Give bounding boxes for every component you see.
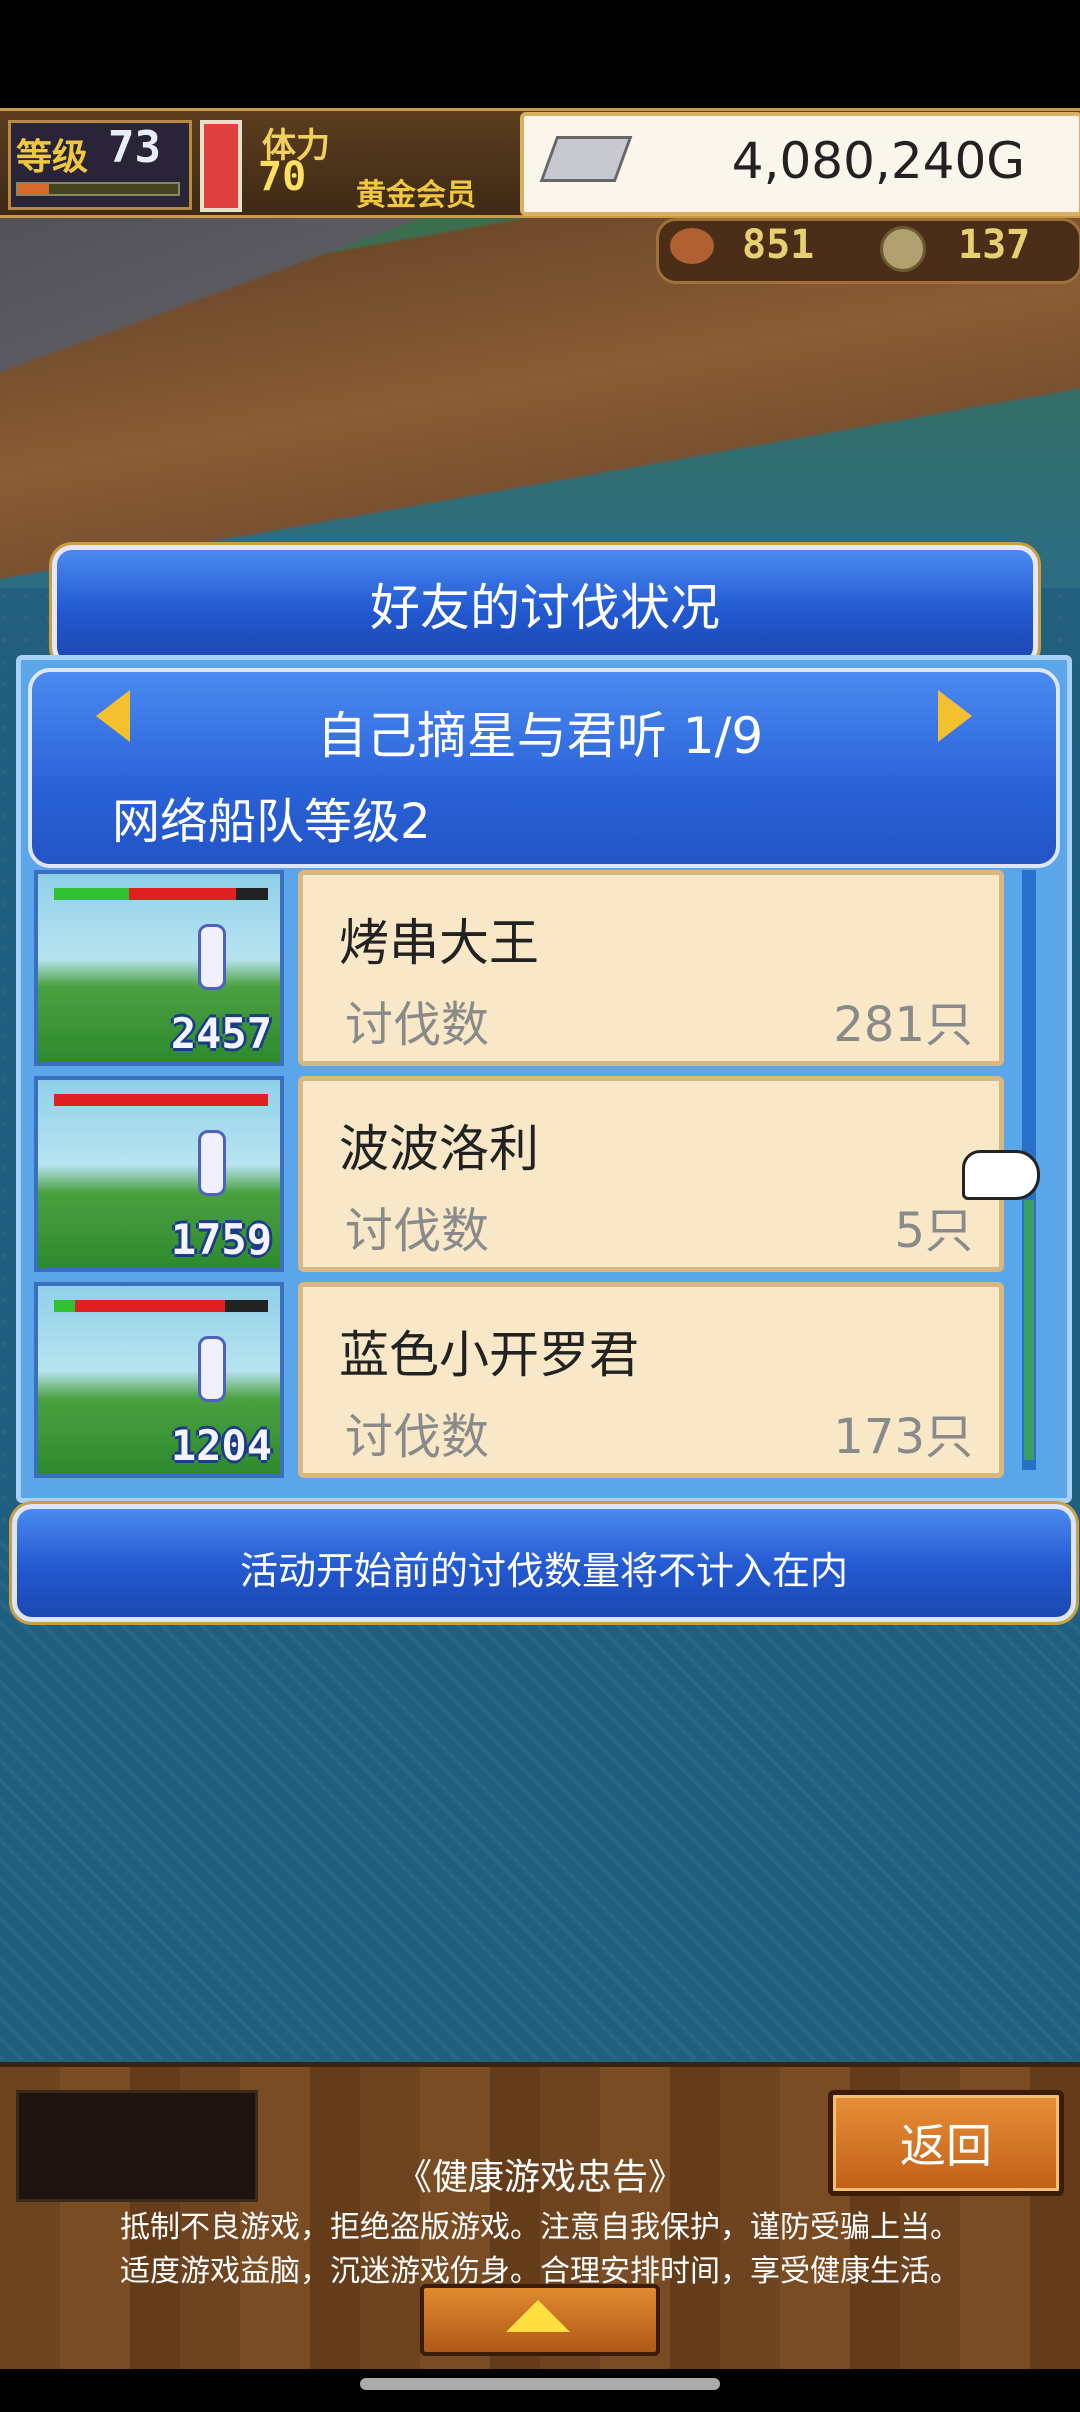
list-item[interactable]: 波波洛利 讨伐数 5只 <box>298 1076 1004 1272</box>
defeat-count-label: 讨伐数 <box>345 1409 490 1465</box>
monster-number: 1204 <box>170 1421 272 1470</box>
stamina-value: 70 <box>258 154 307 200</box>
monster-bar-fill <box>54 1094 268 1106</box>
notice-text: 活动开始前的讨伐数量将不计入在内 <box>239 1549 848 1593</box>
monster-thumbnail: 1204 <box>34 1282 284 1478</box>
monster-hp-bar <box>54 888 268 900</box>
list-item[interactable]: 蓝色小开罗君 讨伐数 173只 <box>298 1282 1004 1478</box>
monster-hp-fill <box>54 1300 76 1312</box>
health-notice-line1: 抵制不良游戏，拒绝盗版游戏。注意自我保护，谨防受骗上当。 <box>120 2210 960 2245</box>
defeat-count-value: 173只 <box>833 1409 973 1465</box>
friend-name: 自己摘星与君听 1/9 <box>316 707 764 765</box>
monster-name: 烤串大王 <box>339 914 539 972</box>
home-indicator[interactable] <box>360 2378 720 2390</box>
level-progress-fill <box>18 184 49 194</box>
scrollbar-thumb[interactable] <box>1024 1200 1034 1460</box>
resource1-value: 851 <box>742 222 815 268</box>
up-arrow-icon <box>506 2300 570 2332</box>
monster-icon <box>198 924 226 990</box>
monster-icon <box>198 1130 226 1196</box>
stamina-gauge <box>200 120 242 212</box>
monster-name: 蓝色小开罗君 <box>339 1326 639 1384</box>
meat-icon <box>670 228 714 264</box>
gold-amount: 4,080,240G <box>731 132 1025 190</box>
fleet-level: 网络船队等级2 <box>112 794 431 850</box>
coin-icon <box>880 226 926 272</box>
defeat-count-label: 讨伐数 <box>345 1203 490 1259</box>
defeat-count-value: 281只 <box>833 997 973 1053</box>
resource2-value: 137 <box>958 222 1031 268</box>
level-value: 73 <box>108 122 161 173</box>
monster-thumbnail: 1759 <box>34 1076 284 1272</box>
defeat-count-label: 讨伐数 <box>345 997 490 1053</box>
monster-number: 1759 <box>170 1215 272 1264</box>
monster-icon <box>198 1336 226 1402</box>
pointing-hand-icon <box>962 1150 1040 1200</box>
defeat-count-value: 5只 <box>894 1203 973 1259</box>
monster-number: 2457 <box>170 1009 272 1058</box>
monster-bar-fill <box>54 1300 226 1312</box>
monster-name: 波波洛利 <box>339 1120 539 1178</box>
membership-badge: 黄金会员 <box>356 178 476 213</box>
panel-title: 好友的讨伐状况 <box>370 579 720 637</box>
health-notice-title: 《健康游戏忠告》 <box>395 2157 684 2198</box>
level-label: 等级 <box>16 137 89 178</box>
monster-hp-bar <box>54 1094 268 1106</box>
list-item[interactable]: 烤串大王 讨伐数 281只 <box>298 870 1004 1066</box>
monster-hp-fill <box>54 888 129 900</box>
prev-friend-button[interactable] <box>96 690 130 742</box>
monster-hp-bar <box>54 1300 268 1312</box>
monster-thumbnail: 2457 <box>34 870 284 1066</box>
